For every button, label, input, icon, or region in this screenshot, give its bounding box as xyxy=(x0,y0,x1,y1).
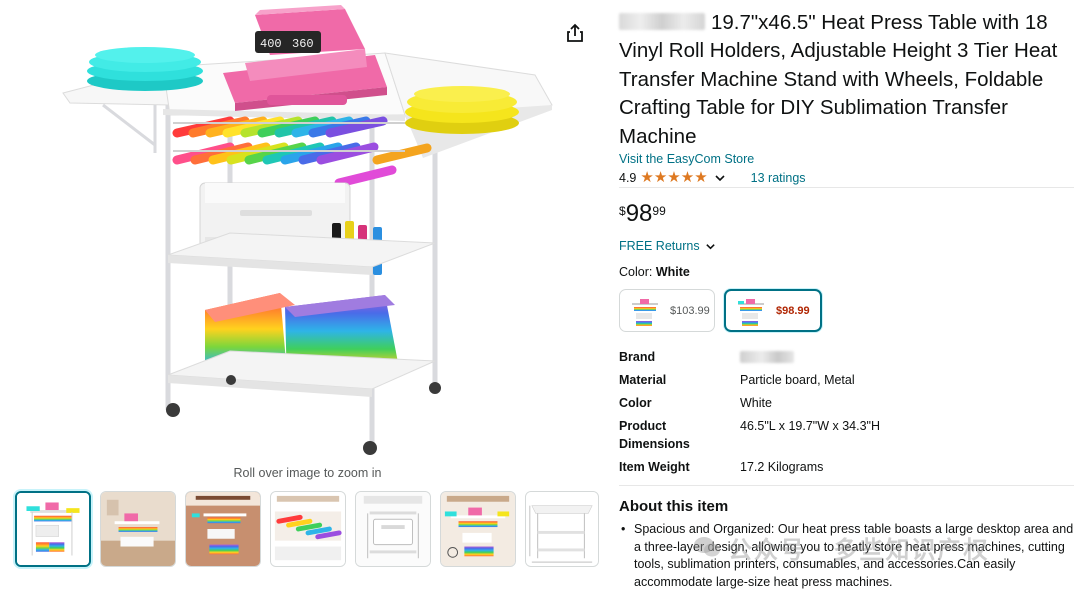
thumbnail-7[interactable] xyxy=(525,491,599,567)
wechat-logo-icon xyxy=(694,537,720,557)
thumbnail-6[interactable] xyxy=(440,491,516,567)
thumbnail-5[interactable] xyxy=(355,491,431,567)
spec-key: Item Weight xyxy=(619,460,690,474)
rating-value: 4.9 xyxy=(619,170,637,185)
price-fraction: 99 xyxy=(652,204,666,218)
about-heading: About this item xyxy=(619,498,729,515)
spec-value: 46.5"L x 19.7"W x 34.3"H xyxy=(740,419,881,433)
product-title-text: 19.7"x46.5" Heat Press Table with 18 Vin… xyxy=(619,11,1058,148)
thumbnail-4[interactable] xyxy=(270,491,346,567)
thumbnail-2[interactable] xyxy=(100,491,176,567)
press-display-right: 360 xyxy=(292,37,314,51)
variant-price: $98.99 xyxy=(776,304,810,317)
star-icon: ★ xyxy=(694,169,708,186)
store-link[interactable]: Visit the EasyCom Store xyxy=(619,152,754,166)
spec-value: Particle board, Metal xyxy=(740,373,855,387)
star-rating[interactable]: ★ ★ ★ ★ ★ xyxy=(640,170,707,185)
spec-key: Color xyxy=(619,396,652,410)
free-returns-label: FREE Returns xyxy=(619,239,700,253)
spec-key: Material xyxy=(619,373,667,387)
variant-thumbnail xyxy=(632,298,658,326)
spec-value-brand-blurred xyxy=(740,348,794,366)
spec-value: White xyxy=(740,396,772,410)
vinyl-rolls xyxy=(172,116,432,188)
thumbnail-3[interactable] xyxy=(185,491,261,567)
spec-key: Brand xyxy=(619,350,656,364)
star-icon: ★ xyxy=(667,169,681,186)
spec-key: Product Dimensions xyxy=(619,419,690,451)
divider xyxy=(619,187,1074,188)
variant-swatch-1[interactable]: $103.99 xyxy=(619,289,715,332)
price-whole: 98 xyxy=(625,200,653,227)
main-product-image[interactable]: 400 360 xyxy=(55,5,560,460)
star-icon: ★ xyxy=(680,169,695,186)
ratings-count-link[interactable]: 13 ratings xyxy=(751,171,806,185)
color-value: White xyxy=(655,265,690,279)
chevron-down-icon xyxy=(705,243,715,249)
variant-price: $103.99 xyxy=(670,304,710,317)
variant-swatch-2-selected[interactable]: $98.99 xyxy=(724,289,822,332)
free-returns-link[interactable]: FREE Returns xyxy=(619,239,716,253)
share-icon[interactable] xyxy=(564,22,586,44)
star-icon: ★ xyxy=(653,169,668,186)
divider xyxy=(619,485,1074,486)
thumbnail-1[interactable] xyxy=(15,491,91,567)
star-icon: ★ xyxy=(640,169,654,186)
price-symbol: $ xyxy=(619,204,626,218)
press-display-left: 400 xyxy=(260,37,282,51)
variant-thumbnail xyxy=(738,298,764,326)
watermark-text: 公众号 · 多些知识产权 xyxy=(728,537,990,564)
zoom-hint: Roll over image to zoom in xyxy=(233,466,382,480)
chevron-down-icon[interactable] xyxy=(714,172,726,184)
rating-row: 4.9 ★ ★ ★ ★ ★ 13 ratings xyxy=(619,169,1074,186)
product-title: 19.7"x46.5" Heat Press Table with 18 Vin… xyxy=(619,9,1074,151)
spec-value: 17.2 Kilograms xyxy=(740,460,824,474)
price: $ 98 99 xyxy=(619,200,666,228)
heat-press-table-illustration: 400 360 xyxy=(62,5,553,455)
brand-name-blurred xyxy=(619,13,705,30)
color-selection-label: Color: White xyxy=(619,265,690,279)
color-label: Color: xyxy=(619,265,653,279)
